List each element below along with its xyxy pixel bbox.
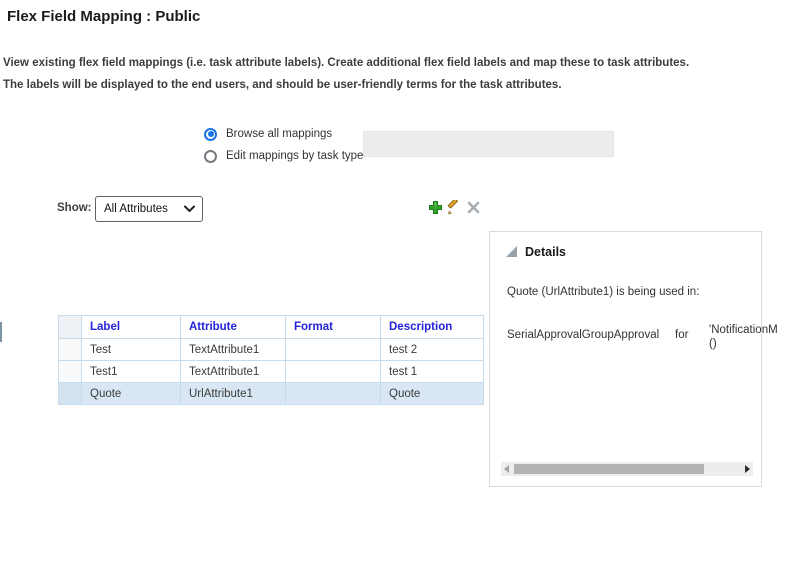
row-selector-cell[interactable] [58,360,82,383]
usage-target-clipped: 'NotificationM () [709,323,779,351]
usage-task-name: SerialApprovalGroupApproval [507,329,660,341]
cell-attribute[interactable]: TextAttribute1 [180,360,286,383]
cell-format[interactable] [285,382,381,405]
details-panel-header[interactable]: Details [506,245,566,259]
radio-button-icon[interactable] [204,127,217,141]
table-row[interactable]: Test TextAttribute1 test 2 [58,338,484,361]
disclosure-triangle-icon[interactable] [506,246,518,258]
page-title: Flex Field Mapping : Public [7,8,201,25]
cell-format[interactable] [285,360,381,383]
window-edge-fragment [0,322,2,342]
usage-target-line-1: 'NotificationM [709,324,778,336]
radio-browse-all-mappings[interactable]: Browse all mappings [204,127,332,141]
scrollbar-right-arrow-icon[interactable] [745,465,750,473]
flex-field-mapping-table: Label Attribute Format Description Test … [58,315,484,405]
cell-description[interactable]: test 1 [380,360,484,383]
cell-description[interactable]: test 2 [380,338,484,361]
cell-label[interactable]: Test1 [81,360,181,383]
column-header-label[interactable]: Label [81,315,181,339]
table-header-row: Label Attribute Format Description [58,315,484,339]
table-row-selected[interactable]: Quote UrlAttribute1 Quote [58,382,484,405]
usage-connector: for [675,329,689,341]
cell-format[interactable] [285,338,381,361]
details-title: Details [525,245,566,259]
column-header-selector [58,315,82,339]
edit-icon[interactable] [446,199,462,215]
intro-line-2: The labels will be displayed to the end … [3,79,562,91]
show-filter-select[interactable]: All Attributes [95,196,203,222]
radio-button-icon[interactable] [204,149,217,163]
column-header-attribute[interactable]: Attribute [180,315,286,339]
task-type-field-disabled [363,131,614,157]
radio-label: Browse all mappings [226,128,333,140]
radio-edit-mappings-by-task-type[interactable]: Edit mappings by task type [204,149,363,163]
chevron-down-icon [184,200,195,218]
delete-icon [465,199,481,215]
column-header-description[interactable]: Description [380,315,484,339]
scrollbar-thumb[interactable] [514,464,704,474]
show-filter-selected-value: All Attributes [104,203,168,215]
details-usage-text: Quote (UrlAttribute1) is being used in: [507,286,700,298]
details-horizontal-scrollbar[interactable] [501,462,753,476]
cell-label[interactable]: Quote [81,382,181,405]
show-filter-label: Show: [57,202,92,214]
details-panel: Details Quote (UrlAttribute1) is being u… [489,231,778,487]
add-icon[interactable] [427,199,443,215]
cell-attribute[interactable]: TextAttribute1 [180,338,286,361]
flex-field-mapping-page: Flex Field Mapping : Public View existin… [0,0,810,573]
row-selector-cell[interactable] [58,338,82,361]
cell-description[interactable]: Quote [380,382,484,405]
column-header-format[interactable]: Format [285,315,381,339]
row-selector-cell[interactable] [58,382,82,405]
radio-label: Edit mappings by task type [226,150,364,162]
cell-label[interactable]: Test [81,338,181,361]
usage-target-line-2: () [709,338,717,350]
scrollbar-left-arrow-icon[interactable] [504,465,509,473]
cell-attribute[interactable]: UrlAttribute1 [180,382,286,405]
intro-line-1: View existing flex field mappings (i.e. … [3,57,690,69]
mapping-toolbar [427,199,481,215]
table-row[interactable]: Test1 TextAttribute1 test 1 [58,360,484,383]
